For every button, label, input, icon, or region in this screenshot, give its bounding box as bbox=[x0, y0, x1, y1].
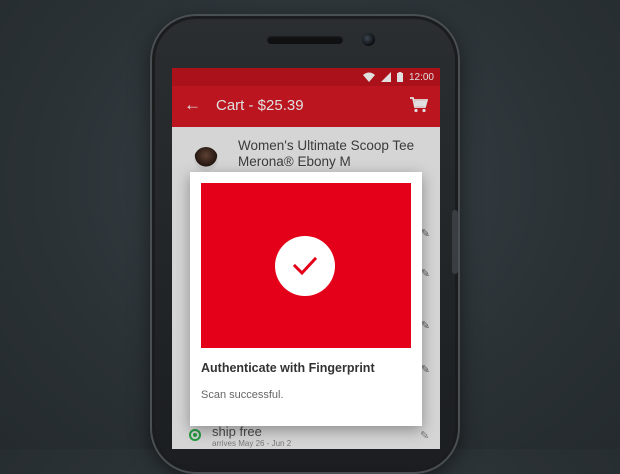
dialog-hero-banner bbox=[201, 183, 411, 348]
checkmark-icon bbox=[292, 256, 318, 276]
dialog-message: Scan successful. bbox=[201, 389, 284, 401]
dialog-title: Authenticate with Fingerprint bbox=[201, 361, 375, 375]
success-badge bbox=[275, 236, 335, 296]
fingerprint-dialog: Authenticate with Fingerprint Scan succe… bbox=[190, 172, 422, 426]
power-button bbox=[452, 210, 458, 274]
earpiece-speaker bbox=[267, 36, 343, 44]
front-camera bbox=[362, 33, 375, 46]
